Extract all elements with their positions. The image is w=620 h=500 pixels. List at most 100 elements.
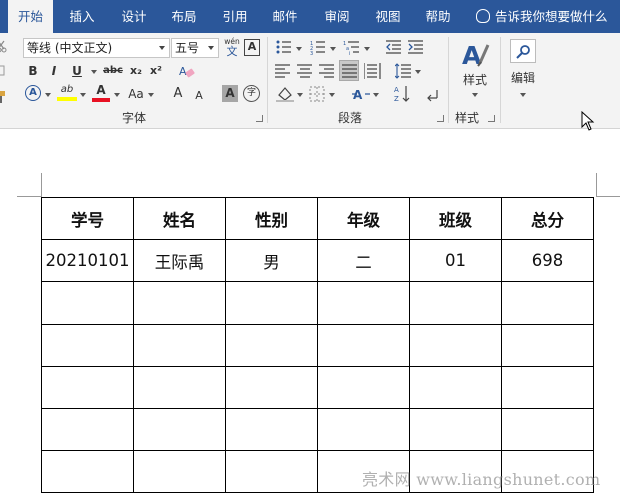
table-cell[interactable] [133,450,226,494]
table-cell[interactable] [501,407,594,452]
table-cell[interactable] [41,281,134,325]
italic-button[interactable]: I [48,62,60,80]
sort-icon[interactable]: AZ [394,85,410,103]
table-cell[interactable] [41,450,134,494]
character-shading-button[interactable]: A [222,85,238,102]
tab-view[interactable]: 视图 [366,0,410,33]
tab-review[interactable]: 审阅 [315,0,359,33]
superscript-button[interactable]: x² [148,62,164,80]
document-table[interactable]: 学号 姓名 性别 年级 班级 总分 20210101 王际禹 男 二 01 69… [41,196,594,494]
chevron-down-icon[interactable] [297,93,303,97]
copy-icon[interactable] [0,65,8,79]
table-cell[interactable] [409,281,502,325]
table-cell[interactable] [133,281,226,325]
tell-me-search[interactable]: 告诉我你想要做什么 [476,0,608,33]
tab-mailings[interactable]: 邮件 [263,0,307,33]
table-cell[interactable] [41,323,134,367]
table-cell[interactable] [41,365,134,409]
table-header-cell[interactable]: 总分 [501,196,594,241]
chevron-down-icon[interactable] [148,93,154,97]
table-cell[interactable] [225,281,318,325]
table-cell[interactable] [409,365,502,409]
chevron-down-icon[interactable] [415,70,421,74]
show-hide-marks-icon[interactable] [425,88,439,102]
table-cell[interactable]: 男 [225,239,318,283]
table-cell[interactable]: 二 [317,239,410,283]
align-left-icon[interactable] [275,64,291,78]
chevron-down-icon[interactable] [80,93,86,97]
borders-icon[interactable] [309,86,325,102]
tab-insert[interactable]: 插入 [60,0,104,33]
enclose-characters-button[interactable]: 字 [243,85,260,102]
tab-help[interactable]: 帮助 [416,0,460,33]
font-size-combo[interactable]: 五号 [171,38,219,58]
character-border-button[interactable]: A [244,39,260,56]
font-dialog-launcher[interactable] [256,115,263,122]
clear-formatting-icon[interactable]: A [178,63,196,79]
align-right-icon[interactable] [319,64,335,78]
table-cell[interactable] [317,281,410,325]
underline-button[interactable]: U [70,62,84,80]
table-header-cell[interactable]: 年级 [317,196,410,241]
table-header-cell[interactable]: 班级 [409,196,502,241]
shrink-font-button[interactable]: A [193,87,205,105]
styles-gallery-button[interactable]: A 样式 [455,39,495,103]
table-cell[interactable]: 20210101 [41,239,134,283]
table-cell[interactable] [133,323,226,367]
phonetic-guide-button[interactable]: wén 文 [223,37,241,59]
table-header-cell[interactable]: 性别 [225,196,318,241]
tab-layout[interactable]: 布局 [162,0,206,33]
table-cell[interactable] [317,323,410,367]
table-cell[interactable] [225,407,318,452]
tab-home[interactable]: 开始 [8,0,53,34]
table-cell[interactable] [501,281,594,325]
justify-button-active[interactable] [339,60,359,81]
chevron-down-icon[interactable] [330,47,336,51]
paragraph-dialog-launcher[interactable] [437,115,444,122]
table-cell[interactable] [409,407,502,452]
table-cell[interactable] [317,365,410,409]
table-header-cell[interactable]: 姓名 [133,196,226,241]
chevron-down-icon[interactable] [373,93,379,97]
distributed-icon[interactable] [364,63,381,79]
tab-references[interactable]: 引用 [213,0,257,33]
highlight-color-button[interactable]: ab [57,84,77,104]
table-cell[interactable] [501,365,594,409]
align-center-icon[interactable] [297,64,313,78]
table-cell[interactable] [225,450,318,494]
format-painter-icon[interactable] [0,89,10,105]
chevron-down-icon[interactable] [329,93,335,97]
shading-icon[interactable] [276,86,294,102]
table-header-cell[interactable]: 学号 [41,196,134,241]
text-effects-button[interactable]: A [25,85,41,101]
table-cell[interactable] [133,407,226,452]
cut-icon[interactable] [0,39,8,53]
chevron-down-icon[interactable] [296,47,302,51]
font-color-button[interactable]: A [92,84,110,104]
chevron-down-icon[interactable] [364,47,370,51]
decrease-indent-icon[interactable] [386,40,402,55]
subscript-button[interactable]: x₂ [128,62,144,80]
chinese-layout-icon[interactable]: A [352,86,370,102]
line-spacing-icon[interactable] [395,63,412,79]
table-cell[interactable] [225,323,318,367]
multilevel-list-icon[interactable]: 1ai [343,40,360,55]
table-cell[interactable] [409,323,502,367]
grow-font-button[interactable]: A [171,85,185,103]
table-cell[interactable]: 698 [501,239,594,283]
bold-button[interactable]: B [26,62,40,80]
table-cell[interactable] [133,365,226,409]
change-case-button[interactable]: Aa [126,85,146,103]
table-cell[interactable] [317,407,410,452]
editing-button[interactable]: 编辑 [503,39,543,103]
strikethrough-button[interactable]: abc [103,62,123,80]
styles-dialog-launcher[interactable] [488,115,495,122]
font-name-combo[interactable]: 等线 (中文正文) [23,38,170,58]
chevron-down-icon[interactable] [114,93,120,97]
bullets-icon[interactable] [276,40,292,55]
numbering-icon[interactable]: 123 [310,40,326,55]
chevron-down-icon[interactable] [91,70,97,74]
table-cell[interactable] [41,407,134,452]
table-cell[interactable] [225,365,318,409]
tab-design[interactable]: 设计 [112,0,156,33]
